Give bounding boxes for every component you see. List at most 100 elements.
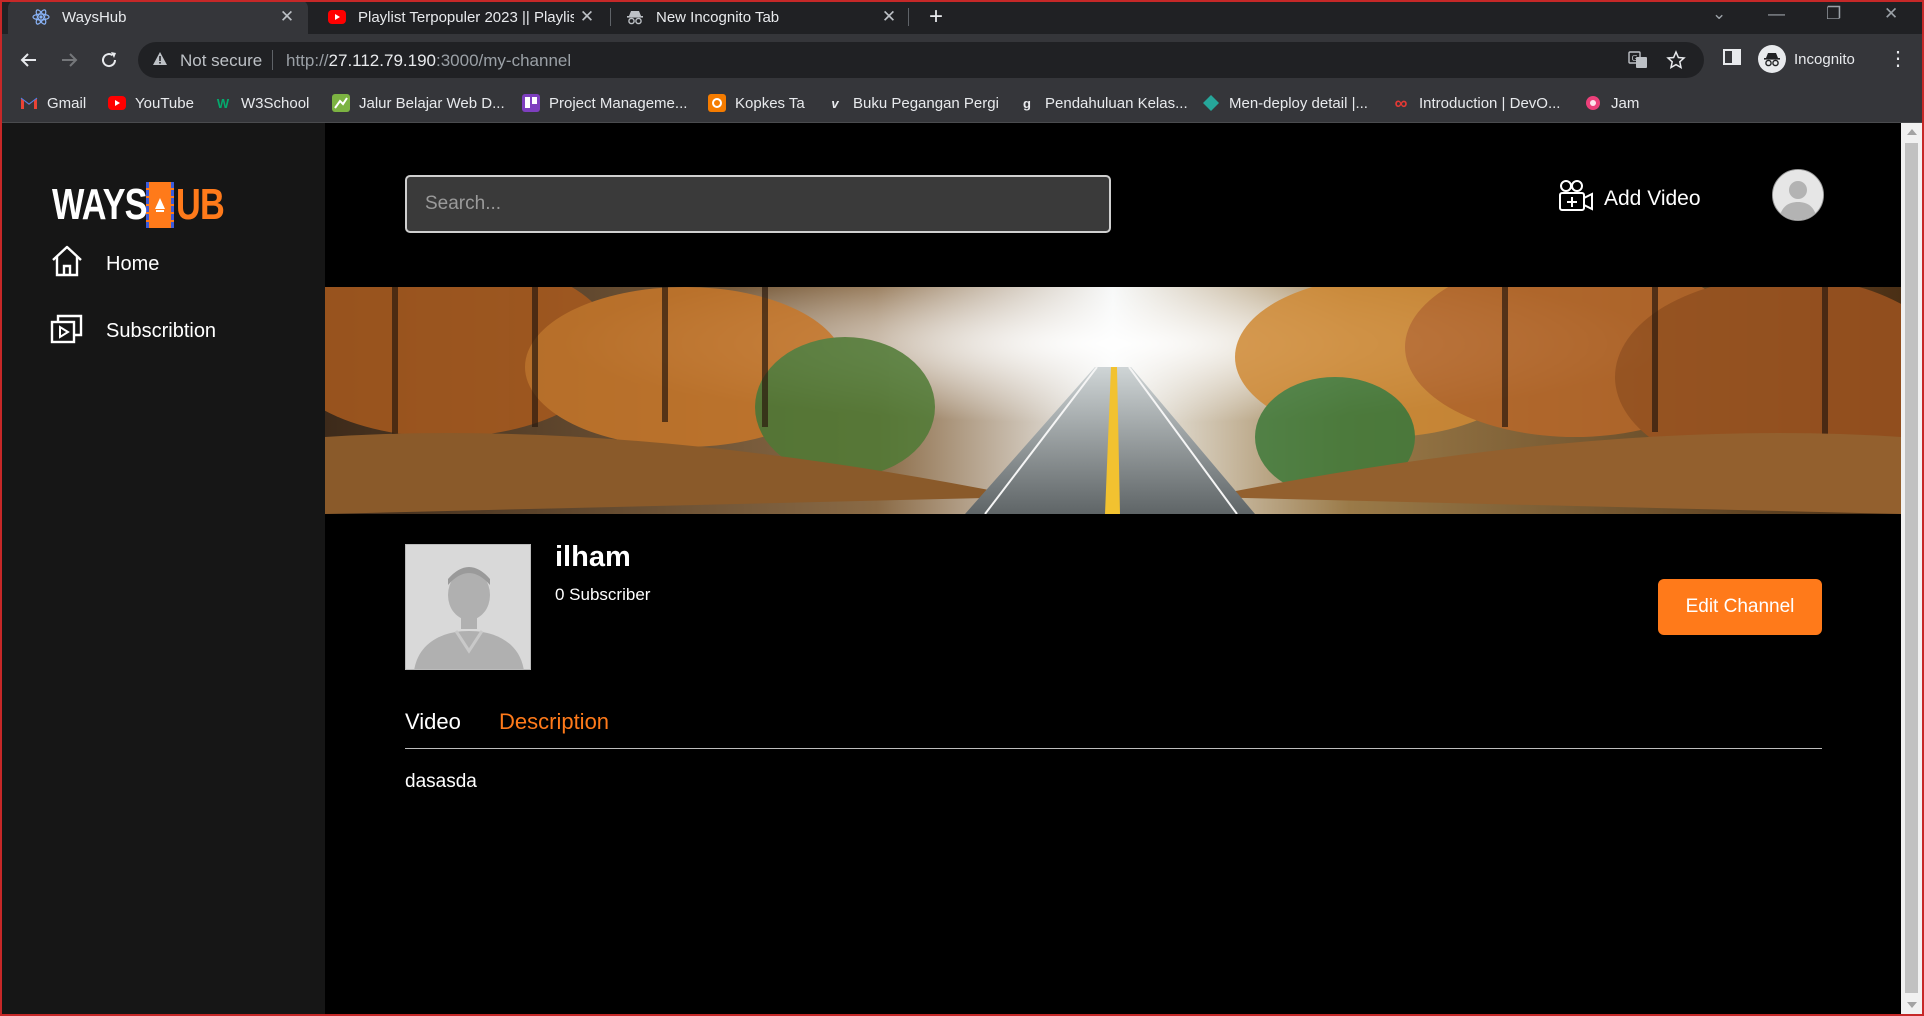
bookmark-buku[interactable]: v Buku Pegangan Pergi [826, 94, 999, 112]
close-icon[interactable]: ✕ [574, 7, 600, 27]
new-tab-button[interactable]: + [922, 3, 950, 31]
back-icon[interactable] [16, 47, 42, 73]
user-avatar[interactable] [1772, 169, 1824, 221]
subscriber-count: 0 Subscriber [555, 585, 651, 604]
bookmark-label: YouTube [135, 94, 194, 112]
url-host: 27.112.79.190 [328, 51, 436, 70]
tab-title: WaysHub [62, 8, 127, 26]
bookmark-label: Jam [1611, 94, 1640, 112]
bookmark-jam[interactable]: Jam [1584, 94, 1639, 112]
profile-label: Incognito [1794, 50, 1855, 68]
bookmark-jalur[interactable]: Jalur Belajar Web D... [332, 94, 505, 112]
diamond-icon [1202, 94, 1220, 112]
bookmarks-bar: Gmail YouTube W W3School Jalur Belajar W… [0, 86, 1924, 123]
kebab-menu-icon[interactable]: ⋮ [1888, 46, 1908, 71]
react-icon [32, 8, 50, 26]
subscription-icon [50, 311, 84, 351]
bookmark-label: Buku Pegangan Pergi [853, 94, 999, 112]
channel-tabs: Video Description [405, 709, 1822, 735]
bookmark-kopkes[interactable]: Kopkes Ta [708, 94, 805, 112]
add-video-button[interactable]: Add Video [1558, 179, 1701, 219]
browser-tabstrip: WaysHub ✕ Playlist Terpopuler 2023 || Pl… [0, 0, 1924, 34]
add-video-icon [1558, 179, 1594, 219]
kopkes-icon [708, 94, 726, 112]
bookmark-w3school[interactable]: W W3School [214, 94, 310, 112]
channel-name: ilham [555, 541, 631, 573]
check-icon: v [831, 95, 839, 111]
bookmark-youtube[interactable]: YouTube [108, 94, 194, 112]
tab-title: New Incognito Tab [656, 8, 780, 26]
wayshub-logo[interactable]: WAYS UB [52, 179, 238, 231]
browser-tab-incognito[interactable]: New Incognito Tab ✕ [612, 0, 910, 34]
page-scrollbar[interactable] [1901, 123, 1922, 1014]
sidebar-item-label: Subscribtion [106, 319, 217, 342]
tab-title: Playlist Terpopuler 2023 || Playlist [358, 8, 574, 26]
tab-search-icon[interactable]: ⌄ [1712, 4, 1726, 24]
logo-play-icon [146, 182, 174, 228]
edit-channel-button[interactable]: Edit Channel [1658, 579, 1822, 635]
youtube-icon [328, 8, 346, 26]
tab-description[interactable]: Description [499, 709, 609, 735]
bookmark-label: Introduction | DevO... [1419, 94, 1561, 112]
bookmark-label: Gmail [47, 94, 87, 112]
jalur-icon [332, 94, 350, 112]
tab-video[interactable]: Video [405, 709, 461, 735]
side-panel-icon[interactable] [1722, 47, 1742, 72]
trello-icon [522, 94, 540, 112]
logo-text-right: UB [176, 180, 225, 229]
bookmark-label: Pendahuluan Kelas... [1045, 94, 1188, 112]
channel-description: dasasda [405, 771, 477, 792]
sidebar-item-subscription[interactable]: Subscribtion [50, 311, 216, 351]
forward-icon[interactable] [56, 47, 82, 73]
main-content: Add Video [325, 123, 1901, 1014]
security-label[interactable]: Not secure [180, 51, 262, 71]
add-video-label: Add Video [1604, 187, 1701, 210]
close-icon[interactable]: ✕ [876, 7, 902, 27]
sidebar-item-home[interactable]: Home [50, 244, 159, 284]
warning-icon[interactable] [152, 51, 168, 72]
sidebar-item-label: Home [106, 252, 160, 275]
address-bar[interactable]: Not secure http://27.112.79.190:3000/my-… [138, 42, 1704, 78]
bookmark-star-icon[interactable] [1666, 50, 1686, 75]
close-icon[interactable]: ✕ [274, 7, 300, 27]
home-icon [50, 244, 84, 284]
bookmark-men-deploy[interactable]: Men-deploy detail |... [1202, 94, 1368, 112]
sidebar: WAYS UB Home Subscribtion [2, 123, 325, 1014]
tab-divider [908, 8, 909, 26]
channel-banner [325, 287, 1901, 514]
svg-text:G: G [1632, 54, 1638, 63]
bookmark-label: Men-deploy detail |... [1229, 94, 1368, 112]
bookmark-project[interactable]: Project Manageme... [522, 94, 687, 112]
scroll-up-icon[interactable] [1907, 129, 1917, 135]
flower-icon [1584, 94, 1602, 112]
reload-icon[interactable] [96, 47, 122, 73]
restore-icon[interactable]: ❐ [1826, 4, 1841, 24]
channel-avatar [405, 544, 531, 670]
logo-text-left: WAYS [52, 180, 148, 229]
url-text[interactable]: http://27.112.79.190:3000/my-channel [286, 51, 571, 71]
bookmark-label: W3School [241, 94, 310, 112]
infinity-icon: ∞ [1394, 92, 1408, 113]
tab-divider [610, 8, 611, 26]
profile-incognito[interactable]: Incognito [1758, 43, 1855, 75]
incognito-icon [626, 8, 644, 26]
browser-tab-playlist[interactable]: Playlist Terpopuler 2023 || Playlist ✕ [310, 0, 608, 34]
omnibox-divider [272, 50, 273, 70]
scroll-thumb[interactable] [1905, 143, 1918, 993]
bookmark-label: Kopkes Ta [735, 94, 805, 112]
youtube-icon [108, 94, 126, 112]
browser-toolbar: Not secure http://27.112.79.190:3000/my-… [0, 34, 1924, 86]
bookmark-introduction[interactable]: ∞ Introduction | DevO... [1392, 92, 1561, 113]
browser-tab-wayshub[interactable]: WaysHub ✕ [8, 0, 308, 34]
minimize-icon[interactable]: — [1768, 4, 1785, 24]
search-input[interactable] [405, 175, 1111, 233]
scroll-down-icon[interactable] [1907, 1002, 1917, 1008]
bookmark-gmail[interactable]: Gmail [20, 94, 86, 112]
bookmark-pendahuluan[interactable]: g Pendahuluan Kelas... [1018, 94, 1188, 112]
g-icon: g [1023, 95, 1031, 111]
incognito-icon [1758, 45, 1786, 73]
w3school-icon: W [216, 95, 230, 111]
gmail-icon [20, 94, 38, 112]
window-close-icon[interactable]: ✕ [1884, 4, 1898, 24]
translate-icon[interactable]: G [1628, 50, 1648, 75]
